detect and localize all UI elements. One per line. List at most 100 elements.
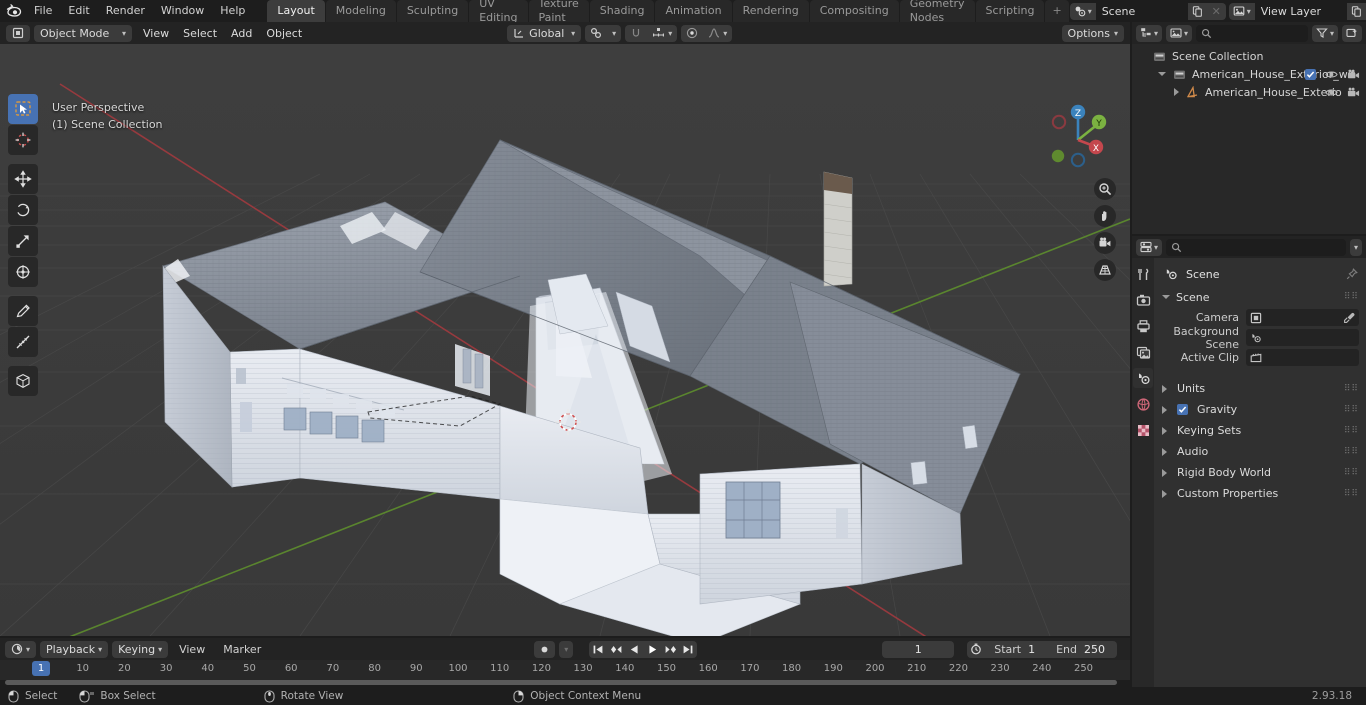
jump-to-start-button[interactable] bbox=[589, 641, 607, 658]
tool-tab[interactable] bbox=[1133, 264, 1153, 284]
outliner-row[interactable]: American_House_Exterior_wit bbox=[1132, 65, 1366, 83]
outliner-display-mode-button[interactable]: ▾ bbox=[1166, 24, 1193, 42]
properties-search-input[interactable] bbox=[1166, 238, 1346, 256]
timeline-marker-menu[interactable]: Marker bbox=[216, 643, 268, 656]
viewport-menu-object[interactable]: Object bbox=[259, 25, 309, 42]
use-preview-range-icon[interactable] bbox=[967, 641, 985, 658]
panel-keying-sets-header[interactable]: Keying Sets ⠿⠿ bbox=[1154, 420, 1366, 441]
world-tab[interactable] bbox=[1133, 394, 1153, 414]
new-scene-button[interactable] bbox=[1187, 2, 1207, 20]
blender-logo-icon[interactable] bbox=[6, 0, 22, 22]
texture-tab[interactable] bbox=[1133, 420, 1153, 440]
proportional-edit-button[interactable] bbox=[681, 25, 703, 42]
camera-eyedropper-icon[interactable] bbox=[1343, 312, 1355, 324]
view-layer-tab[interactable] bbox=[1133, 342, 1153, 362]
timeline-view-menu[interactable]: View bbox=[172, 643, 212, 656]
jump-prev-keyframe-button[interactable] bbox=[607, 641, 625, 658]
outliner-filter-button[interactable]: ▾ bbox=[1311, 24, 1338, 42]
falloff-button[interactable]: ▾ bbox=[703, 25, 732, 42]
move-tool[interactable] bbox=[8, 164, 38, 194]
disable-in-renders-toggle[interactable] bbox=[1347, 87, 1360, 98]
panel-units-header[interactable]: Units ⠿⠿ bbox=[1154, 378, 1366, 399]
viewport-3d-canvas[interactable]: User Perspective (1) Scene Collection Z … bbox=[0, 44, 1130, 636]
start-frame-value[interactable]: 1 bbox=[1028, 643, 1047, 656]
expand-triangle-down-icon[interactable] bbox=[1158, 72, 1166, 76]
workspace-tab-modeling[interactable]: Modeling bbox=[325, 0, 396, 22]
new-view-layer-button[interactable] bbox=[1346, 2, 1366, 20]
viewport-menu-select[interactable]: Select bbox=[176, 25, 224, 42]
workspace-tab-uv-editing[interactable]: UV Editing bbox=[469, 0, 528, 24]
render-tab[interactable] bbox=[1133, 290, 1153, 310]
scene-tab[interactable] bbox=[1133, 368, 1153, 388]
outliner-editor-type-button[interactable]: ▾ bbox=[1136, 24, 1163, 42]
workspace-tab-texture-paint[interactable]: Texture Paint bbox=[528, 0, 589, 24]
camera-icon[interactable] bbox=[1094, 232, 1116, 254]
end-frame-value[interactable]: 250 bbox=[1084, 643, 1117, 656]
panel-rigid-body-world-header[interactable]: Rigid Body World ⠿⠿ bbox=[1154, 462, 1366, 483]
remove-scene-button[interactable]: ✕ bbox=[1206, 2, 1226, 20]
properties-options-button[interactable]: ▾ bbox=[1349, 238, 1362, 256]
menu-help[interactable]: Help bbox=[212, 2, 253, 20]
viewport-menu-view[interactable]: View bbox=[136, 25, 176, 42]
panel-gravity-header[interactable]: Gravity ⠿⠿ bbox=[1154, 399, 1366, 420]
panel-scene-header[interactable]: Scene ⠿⠿ bbox=[1154, 287, 1366, 307]
view-layer-name[interactable]: View Layer bbox=[1254, 2, 1347, 20]
perspective-grid-icon[interactable] bbox=[1094, 259, 1116, 281]
transform-orientation-selector[interactable]: Global ▾ bbox=[507, 24, 582, 42]
outliner-new-collection-button[interactable] bbox=[1342, 24, 1362, 42]
outliner-search-input[interactable] bbox=[1196, 24, 1308, 42]
workspace-tab-rendering[interactable]: Rendering bbox=[732, 0, 809, 22]
zoom-icon[interactable] bbox=[1094, 178, 1116, 200]
pivot-chevron-icon[interactable]: ▾ bbox=[607, 25, 621, 42]
pivot-point-button[interactable] bbox=[585, 25, 607, 42]
measure-tool[interactable] bbox=[8, 327, 38, 357]
hide-in-viewport-toggle[interactable] bbox=[1325, 87, 1338, 98]
options-button[interactable]: Options ▾ bbox=[1061, 24, 1124, 42]
transform-tool[interactable] bbox=[8, 257, 38, 287]
timeline-horizontal-scrollbar[interactable] bbox=[5, 680, 1117, 685]
hand-icon[interactable] bbox=[1094, 205, 1116, 227]
workspace-tab-geometry-nodes[interactable]: Geometry Nodes bbox=[899, 0, 975, 24]
panel-audio-header[interactable]: Audio ⠿⠿ bbox=[1154, 441, 1366, 462]
jump-to-end-button[interactable] bbox=[679, 641, 697, 658]
menu-render[interactable]: Render bbox=[98, 2, 153, 20]
mode-selector[interactable]: Object Mode ▾ bbox=[34, 24, 132, 42]
workspace-tab-layout[interactable]: Layout bbox=[267, 0, 325, 22]
timeline-playhead[interactable]: 1 bbox=[32, 661, 50, 676]
editor-type-button[interactable] bbox=[6, 24, 30, 42]
panel-custom-properties-header[interactable]: Custom Properties ⠿⠿ bbox=[1154, 483, 1366, 504]
active-clip-field[interactable] bbox=[1246, 349, 1359, 366]
pin-icon[interactable] bbox=[1346, 268, 1358, 280]
auto-keying-button[interactable] bbox=[534, 640, 556, 658]
output-tab[interactable] bbox=[1133, 316, 1153, 336]
auto-keying-options-button[interactable]: ▾ bbox=[559, 640, 574, 658]
gravity-checkbox[interactable] bbox=[1177, 404, 1188, 415]
expand-triangle-right-icon[interactable] bbox=[1174, 88, 1179, 96]
workspace-tab-compositing[interactable]: Compositing bbox=[809, 0, 899, 22]
scale-tool[interactable] bbox=[8, 226, 38, 256]
workspace-tab-shading[interactable]: Shading bbox=[589, 0, 655, 22]
annotate-tool[interactable] bbox=[8, 296, 38, 326]
rotate-tool[interactable] bbox=[8, 195, 38, 225]
playback-menu[interactable]: Playback ▾ bbox=[40, 640, 109, 658]
jump-next-keyframe-button[interactable] bbox=[661, 641, 679, 658]
background-scene-field[interactable] bbox=[1246, 329, 1359, 346]
cursor-tool[interactable] bbox=[8, 125, 38, 155]
workspace-tab-animation[interactable]: Animation bbox=[655, 0, 732, 22]
add-cube-tool[interactable] bbox=[8, 366, 38, 396]
properties-editor-type-button[interactable]: ▾ bbox=[1136, 238, 1163, 256]
current-frame-field[interactable]: 1 bbox=[882, 640, 955, 658]
menu-window[interactable]: Window bbox=[153, 2, 212, 20]
viewport-menu-add[interactable]: Add bbox=[224, 25, 259, 42]
play-reverse-button[interactable] bbox=[625, 641, 643, 658]
workspace-tab-scripting[interactable]: Scripting bbox=[975, 0, 1045, 22]
hide-in-viewport-toggle[interactable] bbox=[1325, 69, 1338, 80]
scene-browse-icon[interactable]: ▾ bbox=[1069, 2, 1096, 20]
timeline-editor-type-button[interactable]: ▾ bbox=[5, 640, 37, 658]
snap-target-button[interactable]: ▾ bbox=[647, 25, 677, 42]
add-workspace-button[interactable]: + bbox=[1045, 0, 1069, 22]
menu-file[interactable]: File bbox=[26, 2, 60, 20]
outliner-row[interactable]: American_House_Exterio bbox=[1132, 83, 1366, 101]
timeline-ruler[interactable]: 10 20 30 40 50 60 70 80 90 100 110 120 130 140 150 160 1… bbox=[0, 660, 1130, 680]
scene-selector[interactable]: ▾ Scene ✕ bbox=[1069, 2, 1226, 20]
